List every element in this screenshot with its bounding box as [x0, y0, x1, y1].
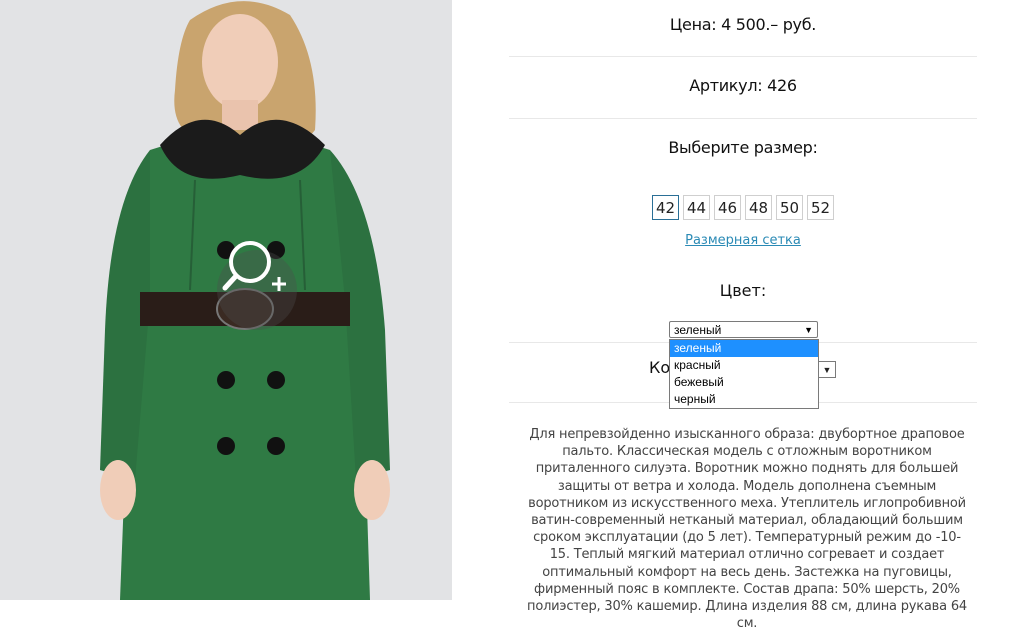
price: Цена: 4 500.– руб.	[509, 0, 977, 57]
zoom-icon[interactable]	[222, 238, 296, 312]
product-details: Цена: 4 500.– руб. Артикул: 426 Выберите…	[509, 0, 977, 631]
color-dropdown-list: зеленый красный бежевый черный	[669, 339, 819, 409]
size-chart-link[interactable]: Размерная сетка	[509, 233, 977, 248]
size-selector: 42 44 46 48 50 52	[509, 195, 977, 220]
size-option-52[interactable]: 52	[807, 195, 834, 220]
size-option-50[interactable]: 50	[776, 195, 803, 220]
quantity-label: Ко	[649, 358, 671, 377]
size-option-42[interactable]: 42	[652, 195, 679, 220]
color-select[interactable]: зеленый ▼	[669, 321, 818, 338]
triangle-down-icon: ▼	[804, 325, 813, 335]
triangle-down-icon: ▼	[822, 365, 832, 375]
quantity-select-arrow[interactable]: ▼	[819, 361, 836, 378]
color-title: Цвет:	[719, 281, 767, 300]
color-select-value: зеленый	[674, 323, 722, 337]
color-option-red[interactable]: красный	[670, 357, 818, 374]
product-photo[interactable]	[0, 0, 452, 600]
size-title: Выберите размер:	[668, 138, 818, 157]
size-option-48[interactable]: 48	[745, 195, 772, 220]
size-option-44[interactable]: 44	[683, 195, 710, 220]
size-option-46[interactable]: 46	[714, 195, 741, 220]
color-option-beige[interactable]: бежевый	[670, 374, 818, 391]
sku: Артикул: 426	[509, 57, 977, 119]
color-option-green[interactable]: зеленый	[670, 340, 818, 357]
product-description: Для непревзойденно изысканного образа: д…	[527, 427, 967, 632]
color-option-black[interactable]: черный	[670, 391, 818, 408]
